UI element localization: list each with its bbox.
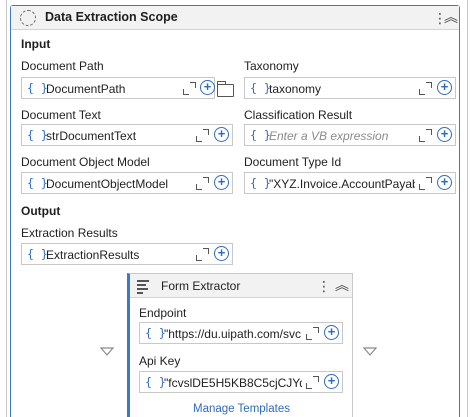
- scope-header[interactable]: Data Extraction Scope ⋮ ︽: [11, 6, 459, 30]
- expand-editor-icon[interactable]: [183, 82, 196, 95]
- document-object-model-field[interactable]: { } DocumentObjectModel +: [21, 172, 233, 194]
- api-key-field[interactable]: { } "fcvslDE5H5KB8C5cjCJYqc +: [139, 371, 343, 393]
- document-type-id-field[interactable]: { } "XYZ.Invoice.AccountPayable +: [244, 172, 456, 194]
- expand-editor-icon[interactable]: [196, 129, 209, 142]
- extraction-results-field[interactable]: { } ExtractionResults +: [21, 243, 233, 265]
- classification-result-field[interactable]: { } Enter a VB expression +: [244, 124, 456, 146]
- document-path-field[interactable]: { } DocumentPath +: [21, 77, 215, 99]
- taxonomy-field[interactable]: { } taxonomy +: [244, 77, 456, 99]
- expand-editor-icon[interactable]: [419, 82, 432, 95]
- expression-brace-icon: { }: [250, 176, 271, 190]
- form-extractor-activity[interactable]: Form Extractor ⋮ ︽ Endpoint { } "https:/…: [127, 273, 353, 417]
- scope-title: Data Extraction Scope: [45, 10, 178, 24]
- output-section-title: Output: [21, 204, 61, 218]
- plus-icon[interactable]: +: [437, 175, 452, 190]
- document-text-field[interactable]: { } strDocumentText +: [21, 124, 233, 146]
- form-extractor-header[interactable]: Form Extractor ⋮ ︽: [130, 274, 352, 298]
- form-extractor-title: Form Extractor: [161, 279, 241, 293]
- taxonomy-value: taxonomy: [269, 82, 322, 96]
- document-text-label: Document Text: [21, 108, 101, 122]
- plus-icon[interactable]: +: [324, 325, 339, 340]
- taxonomy-label: Taxonomy: [244, 59, 299, 73]
- document-path-label: Document Path: [21, 59, 104, 73]
- expression-brace-icon: { }: [27, 176, 48, 190]
- endpoint-field[interactable]: { } "https://du.uipath.com/svc +: [139, 322, 343, 344]
- collapse-icon[interactable]: ︽: [334, 276, 350, 294]
- expression-brace-icon: { }: [27, 247, 48, 261]
- expression-brace-icon: { }: [27, 128, 48, 142]
- api-key-value: "fcvslDE5H5KB8C5cjCJYqc: [164, 376, 302, 390]
- plus-icon[interactable]: +: [437, 127, 452, 142]
- expression-brace-icon: { }: [250, 128, 271, 142]
- form-extractor-icon: [137, 279, 151, 294]
- endpoint-label: Endpoint: [139, 306, 187, 320]
- plus-icon[interactable]: +: [324, 374, 339, 389]
- document-object-model-label: Document Object Model: [21, 155, 150, 169]
- plus-icon[interactable]: +: [214, 127, 229, 142]
- plus-icon[interactable]: +: [214, 246, 229, 261]
- extraction-results-label: Extraction Results: [21, 226, 118, 240]
- drop-target-arrow-right-icon: [363, 347, 377, 356]
- expression-brace-icon: { }: [145, 326, 166, 340]
- collapse-icon[interactable]: ︽: [443, 8, 459, 26]
- document-object-model-value: DocumentObjectModel: [46, 177, 169, 191]
- folder-browse-icon[interactable]: [217, 81, 234, 97]
- expression-brace-icon: { }: [145, 375, 166, 389]
- scope-activity-icon: [20, 10, 36, 26]
- document-text-value: strDocumentText: [46, 129, 137, 143]
- input-section-title: Input: [21, 37, 51, 51]
- expression-brace-icon: { }: [250, 81, 271, 95]
- expand-editor-icon[interactable]: [419, 177, 432, 190]
- expand-editor-icon[interactable]: [196, 248, 209, 261]
- plus-icon[interactable]: +: [200, 80, 215, 95]
- drop-target-arrow-left-icon: [100, 347, 114, 356]
- extraction-results-value: ExtractionResults: [46, 248, 140, 262]
- classification-result-placeholder: Enter a VB expression: [269, 129, 389, 143]
- document-path-value: DocumentPath: [46, 82, 126, 96]
- expand-editor-icon[interactable]: [419, 129, 432, 142]
- expression-brace-icon: { }: [27, 81, 48, 95]
- document-type-id-label: Document Type Id: [244, 155, 342, 169]
- endpoint-value: "https://du.uipath.com/svc: [164, 327, 301, 341]
- more-options-icon[interactable]: ⋮: [316, 277, 332, 295]
- plus-icon[interactable]: +: [437, 80, 452, 95]
- plus-icon[interactable]: +: [214, 175, 229, 190]
- manage-templates-link[interactable]: Manage Templates: [193, 403, 290, 415]
- expand-editor-icon[interactable]: [306, 327, 319, 340]
- document-type-id-value: "XYZ.Invoice.AccountPayable: [269, 177, 415, 191]
- expand-editor-icon[interactable]: [306, 376, 319, 389]
- expand-editor-icon[interactable]: [196, 177, 209, 190]
- api-key-label: Api Key: [139, 354, 181, 368]
- classification-result-label: Classification Result: [244, 108, 353, 122]
